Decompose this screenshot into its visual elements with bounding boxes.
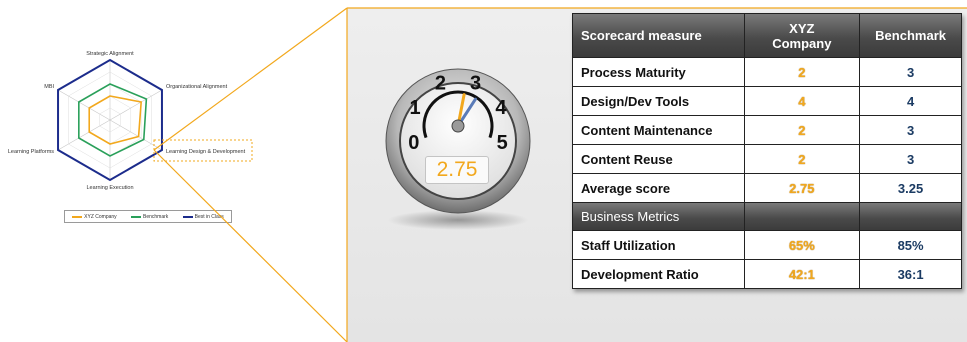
row-label: Average score bbox=[572, 173, 745, 203]
section-empty-cell bbox=[859, 202, 962, 231]
legend-swatch-best-in-class bbox=[182, 215, 193, 218]
gauge-tick-label: 3 bbox=[470, 72, 481, 94]
gauge-tick-label: 0 bbox=[408, 132, 419, 154]
radar-axis-label: Learning Design & Development bbox=[166, 149, 246, 155]
gauge-tick-label: 4 bbox=[495, 97, 507, 119]
row-label: Development Ratio bbox=[572, 259, 745, 289]
header-benchmark: Benchmark bbox=[859, 13, 962, 58]
table-row: Content Reuse 2 3 bbox=[572, 144, 962, 174]
radar-axis-label: Organizational Alignment bbox=[166, 84, 228, 90]
row-xyz-value: 2 bbox=[743, 57, 861, 87]
legend-label: Best in Class bbox=[194, 213, 224, 220]
row-xyz-value: 2 bbox=[743, 115, 861, 145]
legend-label: Benchmark bbox=[143, 213, 169, 220]
legend-item-best-in-class: Best in Class bbox=[182, 213, 224, 220]
radar-grid bbox=[57, 60, 163, 180]
table-row: Development Ratio 42:1 36:1 bbox=[572, 259, 962, 289]
row-benchmark-value: 85% bbox=[859, 230, 962, 260]
header-measure: Scorecard measure bbox=[572, 13, 745, 58]
radar-legend: XYZ Company Benchmark Best in Class bbox=[64, 210, 232, 223]
radar-series-0 bbox=[88, 95, 143, 145]
radar-spoke bbox=[57, 89, 111, 121]
gauge-hub bbox=[451, 119, 465, 133]
row-benchmark-value: 4 bbox=[859, 86, 962, 116]
section-header: Business Metrics bbox=[572, 202, 745, 231]
radar-axis-label: MBI bbox=[44, 84, 54, 90]
score-gauge: 0 12 34 5 bbox=[385, 68, 531, 230]
legend-swatch-xyz bbox=[72, 215, 83, 218]
table-row: Process Maturity 2 3 bbox=[572, 57, 962, 87]
legend-item-xyz: XYZ Company bbox=[72, 214, 117, 220]
row-xyz-value: 4 bbox=[743, 86, 861, 116]
row-benchmark-value: 3.25 bbox=[859, 173, 962, 203]
radar-axis-label: Strategic Alignment bbox=[86, 51, 134, 57]
row-benchmark-value: 3 bbox=[859, 57, 962, 87]
table-row-average: Average score 2.75 3.25 bbox=[572, 173, 962, 203]
legend-label: XYZ Company bbox=[84, 213, 117, 220]
gauge-value-readout: 2.75 bbox=[425, 156, 489, 184]
gauge-tick-label: 2 bbox=[435, 72, 446, 94]
legend-item-benchmark: Benchmark bbox=[131, 214, 168, 220]
radar-axis-label: Learning Platforms bbox=[8, 149, 54, 155]
table-row: Content Maintenance 2 3 bbox=[572, 115, 962, 145]
row-xyz-value: 2.75 bbox=[743, 173, 861, 203]
section-empty-cell bbox=[743, 202, 861, 231]
row-label: Process Maturity bbox=[572, 57, 745, 87]
row-label: Content Reuse bbox=[572, 144, 745, 174]
header-xyz: XYZ Company bbox=[743, 13, 861, 58]
row-benchmark-value: 3 bbox=[859, 115, 962, 145]
row-label: Staff Utilization bbox=[572, 230, 745, 260]
row-xyz-value: 42:1 bbox=[743, 259, 861, 289]
scorecard-table: Scorecard measure XYZ Company Benchmark P… bbox=[572, 13, 962, 289]
gauge-tick-label: 1 bbox=[410, 97, 421, 119]
table-row: Staff Utilization 65% 85% bbox=[572, 230, 962, 260]
legend-swatch-benchmark bbox=[131, 215, 141, 218]
radar-spoke bbox=[57, 119, 111, 151]
row-label: Content Maintenance bbox=[572, 115, 745, 145]
table-row: Design/Dev Tools 4 4 bbox=[572, 86, 962, 116]
gauge-tick-label: 5 bbox=[497, 132, 508, 154]
row-benchmark-value: 3 bbox=[859, 144, 962, 174]
row-xyz-value: 65% bbox=[743, 230, 861, 260]
row-xyz-value: 2 bbox=[743, 144, 861, 174]
row-label: Design/Dev Tools bbox=[572, 86, 745, 116]
table-header-row: Scorecard measure XYZ Company Benchmark bbox=[572, 13, 962, 58]
radar-axis-label: Learning Execution bbox=[86, 185, 133, 191]
row-benchmark-value: 36:1 bbox=[859, 259, 962, 289]
table-section-row: Business Metrics bbox=[572, 202, 962, 231]
